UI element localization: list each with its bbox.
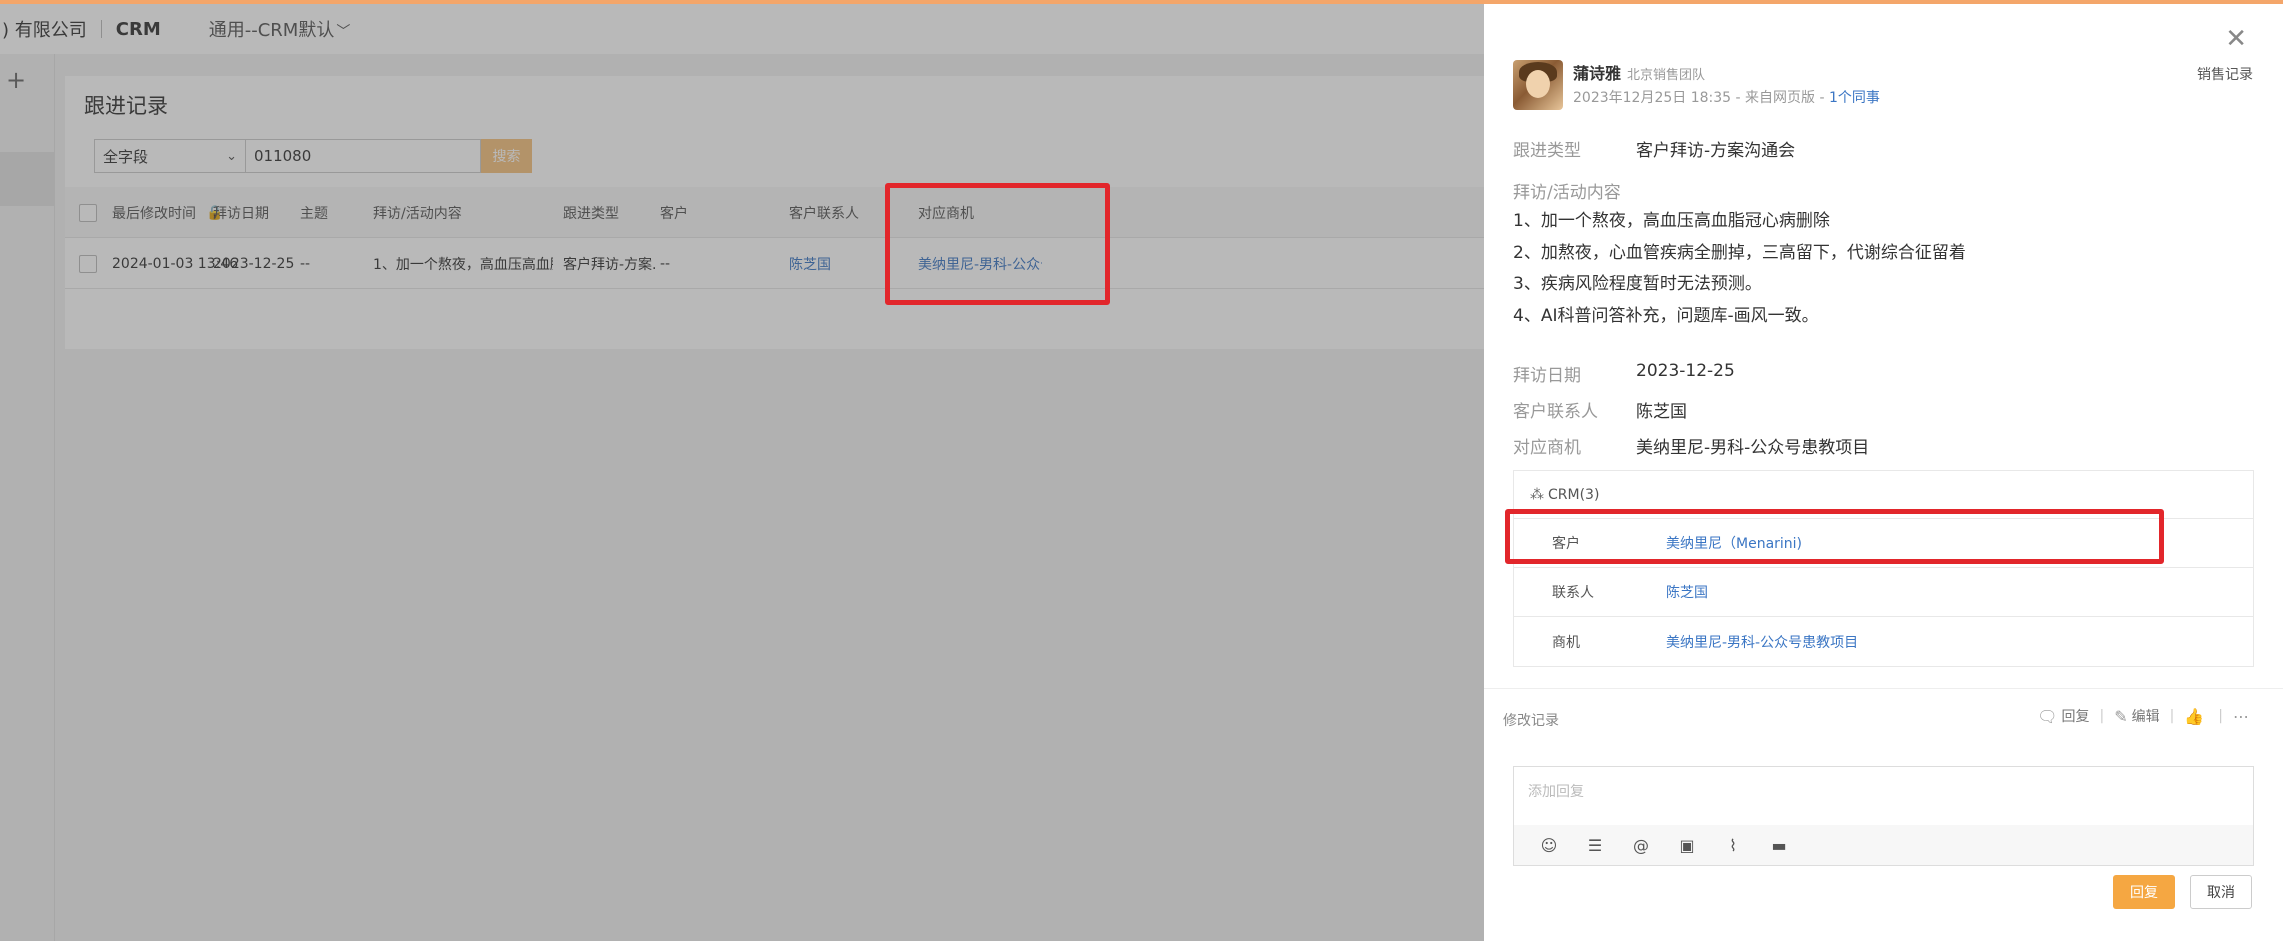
field-label: 对应商机 [1513, 438, 1581, 458]
crm-title: CRM(3) [1548, 486, 1600, 503]
edit-action[interactable]: ✎ 编辑 [2114, 706, 2159, 726]
reply-placeholder: 添加回复 [1528, 784, 1584, 800]
action-divider: | [2218, 708, 2223, 724]
crm-key: 商机 [1552, 634, 1580, 651]
contact-link[interactable]: 陈芝国 [1636, 397, 1687, 422]
highlight-box-crm-customer [1505, 509, 2164, 564]
author-name[interactable]: 蒲诗雅 [1573, 64, 1621, 83]
cancel-button[interactable]: 取消 [2190, 875, 2252, 909]
content-line: 3、疾病风险程度暂时无法预测。 [1513, 274, 1762, 294]
edit-action-label: 编辑 [2131, 709, 2160, 725]
action-divider: | [2099, 708, 2105, 724]
comment-icon: 🗨 [2037, 706, 2058, 726]
followup-detail-drawer: ✕ 蒲诗雅 北京销售团队 销售记录 2023年12月25日 18:35 - 来自网… [1484, 4, 2283, 941]
modal-backdrop[interactable] [0, 4, 1484, 941]
content-lines: 1、加一个熬夜，高血压高血脂冠心病删除 2、加熬夜，心血管疾病全删掉，三高留下，… [1513, 206, 1966, 332]
reply-editor[interactable]: 添加回复 ☺ ☰ @ ▣ ⌇ ▬ [1513, 766, 2254, 866]
crm-contact-link[interactable]: 陈芝国 [1666, 582, 1708, 602]
more-action[interactable]: ⋯ [2233, 707, 2253, 726]
content-line: 2、加熬夜，心血管疾病全删掉，三高留下，代谢综合征留着 [1513, 242, 1966, 263]
reply-toolbar: ☺ ☰ @ ▣ ⌇ ▬ [1514, 825, 2253, 865]
crm-row-contact: 联系人 陈芝国 [1514, 568, 2253, 617]
field-label: 拜访日期 [1513, 366, 1581, 386]
submit-reply-button[interactable]: 回复 [2113, 875, 2175, 909]
close-icon[interactable]: ✕ [2225, 24, 2247, 54]
author-team: 北京销售团队 [1627, 68, 1706, 83]
attachment-icon[interactable]: ⌇ [1710, 836, 1756, 855]
crm-key: 联系人 [1552, 585, 1594, 601]
visit-date-field: 拜访日期 2023-12-25 [1513, 361, 1735, 386]
follow-type-field: 跟进类型 客户拜访-方案沟通会 [1513, 136, 1795, 161]
crm-icon: ⁂ [1530, 486, 1544, 503]
crm-opportunity-link[interactable]: 美纳里尼-男科-公众号患教项目 [1666, 632, 1858, 652]
mention-icon[interactable]: @ [1618, 836, 1664, 855]
more-icon: ⋯ [2233, 706, 2249, 726]
post-meta-text: 2023年12月25日 18:35 - 来自网页版 - [1573, 90, 1829, 106]
list-icon[interactable]: ☰ [1572, 836, 1618, 855]
crm-row-opportunity: 商机 美纳里尼-男科-公众号患教项目 [1514, 617, 2253, 666]
author-line: 蒲诗雅 北京销售团队 [1573, 60, 1705, 84]
keyboard-icon[interactable]: ▬ [1756, 836, 1802, 855]
crm-related-box: ⁂ CRM(3) 客户 美纳里尼（Menarini) 联系人 陈芝国 商机 美纳… [1513, 470, 2254, 667]
reply-action[interactable]: 🗨 回复 [2037, 706, 2089, 726]
emoji-icon[interactable]: ☺ [1526, 836, 1572, 855]
field-value: 2023-12-25 [1636, 361, 1735, 381]
thumbs-up-icon: 👍 [2184, 706, 2205, 726]
opportunity-field: 对应商机 美纳里尼-男科-公众号患教项目 [1513, 433, 1869, 458]
avatar[interactable] [1513, 60, 1563, 110]
opportunity-link[interactable]: 美纳里尼-男科-公众号患教项目 [1636, 433, 1869, 458]
avatar-face [1526, 70, 1550, 98]
edit-icon: ✎ [2114, 706, 2128, 726]
action-divider: | [2169, 708, 2175, 724]
reply-action-label: 回复 [2061, 709, 2090, 725]
image-icon[interactable]: ▣ [1664, 836, 1710, 855]
record-type-tag: 销售记录 [2197, 67, 2253, 83]
colleagues-link[interactable]: 1个同事 [1829, 90, 1880, 106]
field-label: 跟进类型 [1513, 141, 1581, 161]
post-actions: 🗨 回复 | ✎ 编辑 | 👍 | ⋯ [2027, 706, 2253, 726]
content-line: 4、AI科普问答补充，问题库-画风一致。 [1513, 305, 1819, 326]
modify-log-link[interactable]: 修改记录 [1503, 710, 1559, 730]
content-line: 1、加一个熬夜，高血压高血脂冠心病删除 [1513, 211, 1830, 231]
highlight-box-customer-column [885, 183, 1110, 305]
content-label: 拜访/活动内容 [1513, 183, 1621, 203]
field-label: 客户联系人 [1513, 402, 1598, 422]
section-divider [1484, 688, 2283, 689]
field-value: 客户拜访-方案沟通会 [1636, 141, 1796, 161]
like-action[interactable]: 👍 [2184, 707, 2208, 726]
post-meta: 2023年12月25日 18:35 - 来自网页版 - 1个同事 [1573, 87, 1880, 107]
contact-field: 客户联系人 陈芝国 [1513, 397, 1687, 422]
